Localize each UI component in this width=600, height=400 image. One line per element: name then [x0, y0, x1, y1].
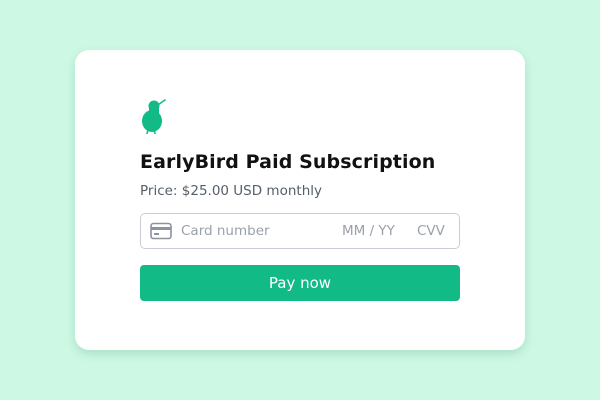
- expiry-input[interactable]: MM / YY: [342, 223, 395, 239]
- product-title: EarlyBird Paid Subscription: [140, 151, 436, 173]
- checkout-card: EarlyBird Paid Subscription Price: $25.0…: [75, 50, 525, 350]
- cvv-input[interactable]: CVV: [417, 223, 445, 239]
- card-details-field[interactable]: Card number MM / YY CVV: [140, 213, 460, 249]
- product-price: Price: $25.00 USD monthly: [140, 183, 322, 199]
- kiwi-bird-icon: [142, 99, 166, 134]
- card-number-input[interactable]: Card number: [181, 223, 270, 239]
- pay-now-button[interactable]: Pay now: [140, 265, 460, 301]
- credit-card-icon: [150, 222, 172, 240]
